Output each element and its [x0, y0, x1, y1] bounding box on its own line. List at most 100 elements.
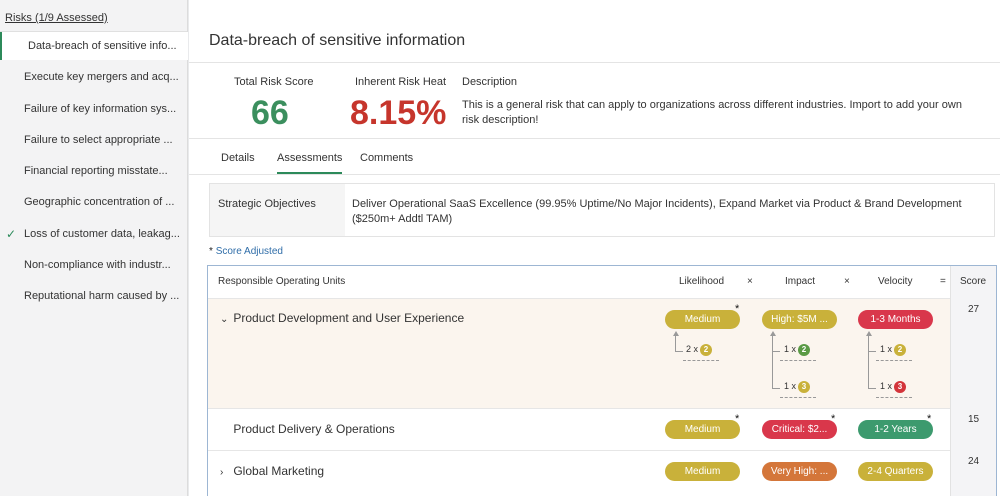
factor-divider: [876, 397, 912, 398]
factor-badge: 2: [798, 344, 811, 356]
objectives-text: Deliver Operational SaaS Excellence (99.…: [352, 198, 962, 225]
total-score-value: 66: [251, 94, 289, 132]
sidebar-item-label: Data-breach of sensitive info...: [28, 40, 177, 52]
sidebar-item-info-systems[interactable]: Failure of key information sys...: [0, 95, 188, 123]
score-adjusted-legend: * Score Adjusted: [209, 246, 283, 257]
page-title: Data-breach of sensitive information: [209, 32, 466, 49]
velocity-pill[interactable]: 1-2 Years: [858, 420, 933, 439]
row-name[interactable]: › Global Marketing: [220, 464, 324, 478]
factor-divider: [876, 360, 912, 361]
velocity-factor: 1 x2: [880, 344, 907, 356]
factor-badge: 2: [700, 344, 713, 356]
velocity-pill[interactable]: 1-3 Months: [858, 310, 933, 329]
header-times-1: ×: [747, 276, 753, 287]
table-row[interactable]: ⌄ Product Development and User Experienc…: [208, 298, 950, 408]
factor-mult: 1 x: [784, 344, 797, 354]
tab-comments[interactable]: Comments: [360, 152, 413, 164]
sidebar-item-customer-data[interactable]: ✓ Loss of customer data, leakag...: [0, 220, 188, 248]
score-adjusted-star: *: [209, 246, 213, 257]
connector-line: [675, 351, 683, 352]
sidebar-item-data-breach[interactable]: Data-breach of sensitive info...: [0, 32, 188, 60]
sidebar-item-label: Loss of customer data, leakag...: [24, 228, 180, 240]
impact-factor: 1 x3: [784, 381, 811, 393]
factor-badge: 2: [894, 344, 907, 356]
factor-mult: 2 x: [686, 344, 699, 354]
factor-divider: [780, 360, 816, 361]
likelihood-pill[interactable]: Medium: [665, 462, 740, 481]
factor-mult: 1 x: [784, 381, 797, 391]
connector-line: [868, 335, 869, 389]
row-name-label: Product Development and User Experience: [233, 311, 465, 325]
factor-badge: 3: [894, 381, 907, 393]
row-score: 15: [968, 414, 980, 425]
adjusted-star: *: [831, 413, 836, 425]
header-equals: =: [940, 276, 946, 287]
sidebar-header[interactable]: Risks (1/9 Assessed): [0, 0, 187, 32]
adjusted-star: *: [735, 303, 740, 315]
adjusted-star: *: [927, 413, 932, 425]
sidebar-item-label: Financial reporting misstate...: [24, 165, 168, 177]
header-divider: [189, 62, 1000, 63]
impact-pill[interactable]: Very High: ...: [762, 462, 837, 481]
arrow-up-icon: [770, 331, 776, 336]
header-times-2: ×: [844, 276, 850, 287]
impact-pill[interactable]: High: $5M ...: [762, 310, 837, 329]
objectives-label: Strategic Objectives: [210, 184, 345, 236]
factor-mult: 1 x: [880, 381, 893, 391]
tab-assessments[interactable]: Assessments: [277, 152, 343, 174]
row-score: 27: [968, 304, 980, 315]
chevron-down-icon[interactable]: ⌄: [220, 314, 230, 325]
tabs-divider: [189, 174, 1000, 175]
sidebar-item-geographic[interactable]: Geographic concentration of ...: [0, 188, 188, 216]
row-name-label: Global Marketing: [233, 464, 325, 478]
metrics-divider: [189, 138, 1000, 139]
adjusted-star: *: [735, 413, 740, 425]
row-name[interactable]: ⌄ Product Development and User Experienc…: [220, 311, 464, 325]
connector-line: [868, 351, 876, 352]
sidebar: Risks (1/9 Assessed) Data-breach of sens…: [0, 0, 188, 496]
sidebar-item-label: Failure of key information sys...: [24, 103, 177, 115]
check-icon: ✓: [6, 227, 17, 241]
strategic-objectives: Strategic Objectives Deliver Operational…: [209, 183, 995, 237]
arrow-up-icon: [866, 331, 872, 336]
connector-line: [772, 388, 780, 389]
total-score-label: Total Risk Score: [234, 76, 314, 88]
sidebar-item-label: Reputational harm caused by ...: [24, 290, 180, 302]
row-score: 24: [968, 456, 980, 467]
connector-line: [675, 335, 676, 351]
header-velocity: Velocity: [878, 276, 913, 287]
connector-line: [772, 335, 773, 389]
sidebar-item-label: Geographic concentration of ...: [24, 196, 175, 208]
likelihood-pill[interactable]: Medium: [665, 420, 740, 439]
tab-details[interactable]: Details: [221, 152, 255, 164]
factor-badge: 3: [798, 381, 811, 393]
factor-divider: [683, 360, 719, 361]
likelihood-pill[interactable]: Medium: [665, 310, 740, 329]
assessment-table: Responsible Operating Units Likelihood ×…: [207, 265, 997, 496]
velocity-factor: 1 x3: [880, 381, 907, 393]
risk-heat-label: Inherent Risk Heat: [355, 76, 447, 88]
sidebar-item-financial-reporting[interactable]: Financial reporting misstate...: [0, 157, 188, 185]
connector-line: [868, 388, 876, 389]
row-name[interactable]: Product Delivery & Operations: [220, 422, 394, 436]
risk-heat-value: 8.15%: [350, 94, 447, 132]
arrow-up-icon: [673, 331, 679, 336]
sidebar-item-non-compliance[interactable]: Non-compliance with industr...: [0, 251, 188, 279]
impact-pill[interactable]: Critical: $2...: [762, 420, 837, 439]
sidebar-item-mergers[interactable]: Execute key mergers and acq...: [0, 63, 188, 91]
sidebar-item-label: Non-compliance with industr...: [24, 259, 171, 271]
factor-divider: [780, 397, 816, 398]
impact-factor: 1 x2: [784, 344, 811, 356]
sidebar-item-select-appropriate[interactable]: Failure to select appropriate ...: [0, 126, 188, 154]
description-label: Description: [462, 76, 518, 88]
chevron-right-icon[interactable]: ›: [220, 467, 230, 478]
table-row[interactable]: › Global Marketing Medium Very High: ...…: [208, 450, 950, 496]
velocity-pill[interactable]: 2-4 Quarters: [858, 462, 933, 481]
header-operating-units: Responsible Operating Units: [218, 276, 346, 287]
connector-line: [772, 351, 780, 352]
sidebar-item-label: Execute key mergers and acq...: [24, 71, 179, 83]
table-row[interactable]: Product Delivery & Operations Medium * C…: [208, 408, 950, 450]
factor-mult: 1 x: [880, 344, 893, 354]
sidebar-item-reputational-harm[interactable]: Reputational harm caused by ...: [0, 282, 188, 310]
score-adjusted-label: Score Adjusted: [215, 246, 283, 257]
